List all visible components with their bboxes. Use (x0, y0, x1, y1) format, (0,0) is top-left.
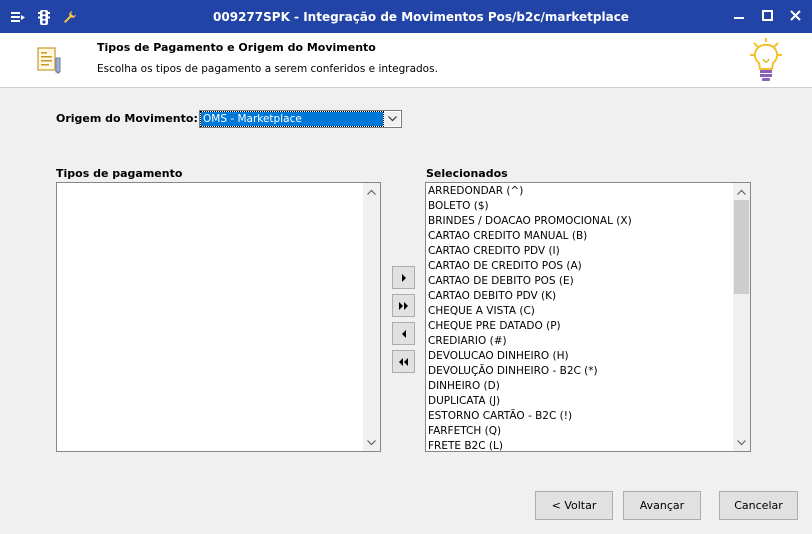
window-title: 009277SPK - Integração de Movimentos Pos… (213, 10, 629, 24)
scroll-down-icon[interactable] (363, 434, 380, 451)
wizard-header: Tipos de Pagamento e Origem do Movimento… (0, 33, 812, 88)
scroll-thumb[interactable] (734, 200, 749, 294)
selecionados-listbox[interactable]: ARREDONDAR (^) BOLETO ($) BRINDES / DOACAO… (425, 182, 751, 452)
header-subtitle: Escolha os tipos de pagamento a serem co… (97, 63, 438, 75)
list-item[interactable]: DINHEIRO (D) (428, 379, 733, 394)
list-item[interactable]: DEVOLUCAO DINHEIRO (H) (428, 349, 733, 364)
list-item[interactable]: BRINDES / DOACAO PROMOCIONAL (X) (428, 214, 733, 229)
add-one-button[interactable] (392, 266, 415, 289)
minimize-icon[interactable] (732, 8, 746, 22)
selecionados-label: Selecionados (426, 167, 508, 180)
selecionados-scrollbar[interactable] (733, 183, 750, 451)
scroll-up-icon[interactable] (363, 183, 380, 200)
origem-select[interactable]: OMS - Marketplace (199, 110, 402, 128)
list-item[interactable]: CHEQUE PRE DATADO (P) (428, 319, 733, 334)
back-button[interactable]: < Voltar (535, 491, 613, 520)
list-item[interactable]: CARTAO CREDITO PDV (I) (428, 244, 733, 259)
scroll-up-icon[interactable] (733, 183, 750, 200)
list-item[interactable]: CREDIARIO (#) (428, 334, 733, 349)
selecionados-items: ARREDONDAR (^) BOLETO ($) BRINDES / DOACAO… (428, 184, 733, 451)
next-button[interactable]: Avançar (623, 491, 701, 520)
double-chevron-left-icon (398, 357, 408, 366)
list-item[interactable]: FARFETCH (Q) (428, 424, 733, 439)
tipos-label: Tipos de pagamento (56, 167, 183, 180)
list-item[interactable]: CARTAO DE CREDITO POS (A) (428, 259, 733, 274)
header-title: Tipos de Pagamento e Origem do Movimento (97, 41, 376, 54)
document-icon (36, 46, 62, 77)
origem-label: Origem do Movimento: (56, 112, 198, 125)
double-chevron-right-icon (398, 301, 408, 310)
maximize-icon[interactable] (760, 8, 774, 22)
list-item[interactable]: CARTAO DEBITO PDV (K) (428, 289, 733, 304)
chevron-right-icon (401, 273, 406, 282)
add-all-button[interactable] (392, 294, 415, 317)
chevron-left-icon (401, 329, 406, 338)
tipos-scrollbar[interactable] (363, 183, 380, 451)
list-item[interactable]: CARTAO DE DEBITO POS (E) (428, 274, 733, 289)
list-item[interactable]: CARTAO CREDITO MANUAL (B) (428, 229, 733, 244)
list-item[interactable]: DUPLICATA (J) (428, 394, 733, 409)
list-item[interactable]: BOLETO ($) (428, 199, 733, 214)
list-item[interactable]: FRETE B2C (L) (428, 439, 733, 451)
close-icon[interactable] (788, 8, 802, 22)
remove-all-button[interactable] (392, 350, 415, 373)
list-item[interactable]: ESTORNO CARTÃO - B2C (!) (428, 409, 733, 424)
lightbulb-icon (748, 37, 784, 88)
list-item[interactable]: DEVOLUÇÃO DINHEIRO - B2C (*) (428, 364, 733, 379)
title-bar: 009277SPK - Integração de Movimentos Pos… (0, 0, 812, 33)
tipos-listbox[interactable] (56, 182, 381, 452)
list-item[interactable]: CHEQUE A VISTA (C) (428, 304, 733, 319)
window-controls (732, 8, 802, 22)
scroll-down-icon[interactable] (733, 434, 750, 451)
list-item[interactable]: ARREDONDAR (^) (428, 184, 733, 199)
origem-selected-value[interactable]: OMS - Marketplace (200, 111, 384, 127)
cancel-button[interactable]: Cancelar (719, 491, 798, 520)
chevron-down-icon[interactable] (384, 112, 400, 126)
remove-one-button[interactable] (392, 322, 415, 345)
